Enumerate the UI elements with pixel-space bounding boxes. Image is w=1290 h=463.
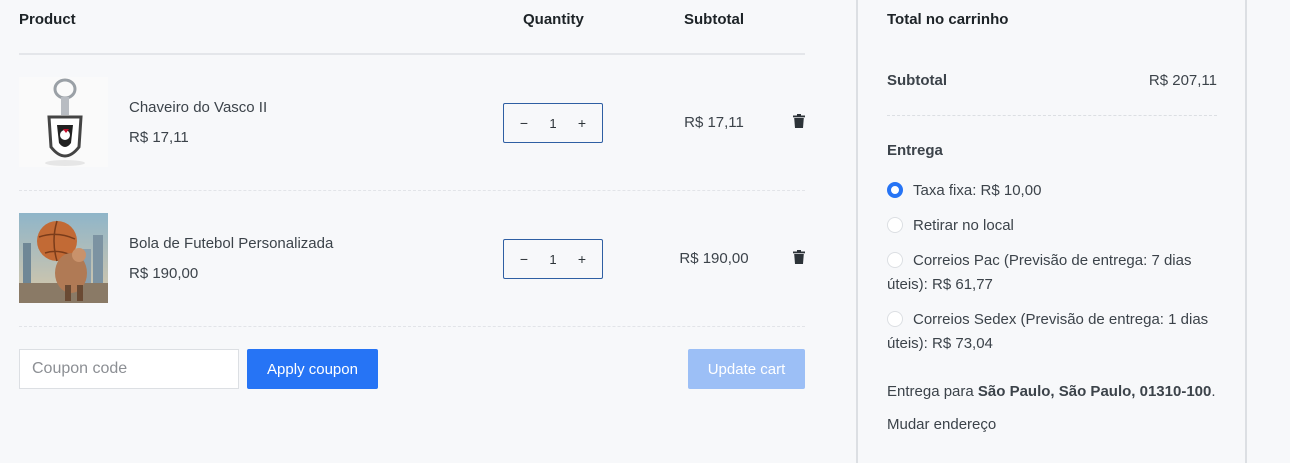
radio-icon[interactable] <box>887 252 903 268</box>
line-subtotal: R$ 17,11 <box>684 114 744 131</box>
product-thumbnail-keychain[interactable] <box>19 77 108 167</box>
header-product: Product <box>19 11 76 28</box>
product-name[interactable]: Chaveiro do Vasco II <box>129 99 267 116</box>
shipping-options: Taxa fixa: R$ 10,00 Retirar no local Cor… <box>887 179 1227 356</box>
product-price: R$ 17,11 <box>129 129 189 146</box>
trash-icon[interactable] <box>793 114 805 128</box>
shipping-destination: Entrega para São Paulo, São Paulo, 01310… <box>887 381 1227 403</box>
line-subtotal: R$ 190,00 <box>679 250 749 267</box>
product-thumbnail-ball[interactable] <box>19 213 108 303</box>
cart-row: Bola de Futebol Personalizada R$ 190,00 … <box>19 191 805 327</box>
quantity-stepper[interactable]: − 1 + <box>503 239 603 279</box>
shipping-option-label: Retirar no local <box>913 217 1014 234</box>
change-address-link[interactable]: Mudar endereço <box>887 416 996 433</box>
totals-subtotal-value: R$ 207,11 <box>1148 72 1217 89</box>
ship-to-suffix: . <box>1211 383 1216 400</box>
trash-icon[interactable] <box>793 250 805 264</box>
cart-row: Chaveiro do Vasco II R$ 17,11 − 1 + R$ 1… <box>19 55 805 191</box>
totals-title: Total no carrinho <box>887 11 1009 28</box>
increment-button[interactable]: + <box>574 251 590 267</box>
ship-to-address: São Paulo, São Paulo, 01310-100 <box>977 383 1212 400</box>
cart-table: Product Quantity Subtotal Chaveiro do Va… <box>19 0 805 327</box>
cart-header: Product Quantity Subtotal <box>19 0 805 55</box>
radio-icon[interactable] <box>887 311 903 327</box>
quantity-value[interactable]: 1 <box>549 116 556 131</box>
shipping-option-label: Taxa fixa: R$ 10,00 <box>913 182 1042 199</box>
soccer-ball-image <box>19 213 108 303</box>
keychain-image <box>19 77 108 167</box>
shipping-option-label: Correios Pac (Previsão de entrega: 7 dia… <box>887 252 1192 293</box>
header-subtotal: Subtotal <box>684 11 744 28</box>
shipping-title: Entrega <box>887 142 943 159</box>
apply-coupon-button[interactable]: Apply coupon <box>247 349 378 389</box>
shipping-option-pac[interactable]: Correios Pac (Previsão de entrega: 7 dia… <box>887 249 1227 297</box>
cart-actions: Apply coupon Update cart <box>19 349 805 389</box>
decrement-button[interactable]: − <box>516 115 532 131</box>
product-price: R$ 190,00 <box>129 265 199 282</box>
ship-to-prefix: Entrega para <box>887 383 978 400</box>
update-cart-button[interactable]: Update cart <box>688 349 805 389</box>
totals-subtotal-label: Subtotal <box>887 72 947 89</box>
decrement-button[interactable]: − <box>516 251 532 267</box>
shipping-option-local-pickup[interactable]: Retirar no local <box>887 214 1227 238</box>
shipping-option-flat-rate[interactable]: Taxa fixa: R$ 10,00 <box>887 179 1227 203</box>
shipping-option-label: Correios Sedex (Previsão de entrega: 1 d… <box>887 311 1209 352</box>
shipping-option-sedex[interactable]: Correios Sedex (Previsão de entrega: 1 d… <box>887 308 1227 356</box>
divider <box>887 115 1217 116</box>
quantity-value[interactable]: 1 <box>549 252 556 267</box>
product-name[interactable]: Bola de Futebol Personalizada <box>129 235 333 252</box>
radio-icon[interactable] <box>887 217 903 233</box>
totals-subtotal-row: Subtotal R$ 207,11 <box>887 72 1217 89</box>
coupon-input[interactable] <box>19 349 239 389</box>
radio-selected-icon[interactable] <box>887 182 903 198</box>
header-quantity: Quantity <box>523 11 584 28</box>
increment-button[interactable]: + <box>574 115 590 131</box>
cart-totals: Total no carrinho Subtotal R$ 207,11 Ent… <box>856 0 1247 463</box>
quantity-stepper[interactable]: − 1 + <box>503 103 603 143</box>
